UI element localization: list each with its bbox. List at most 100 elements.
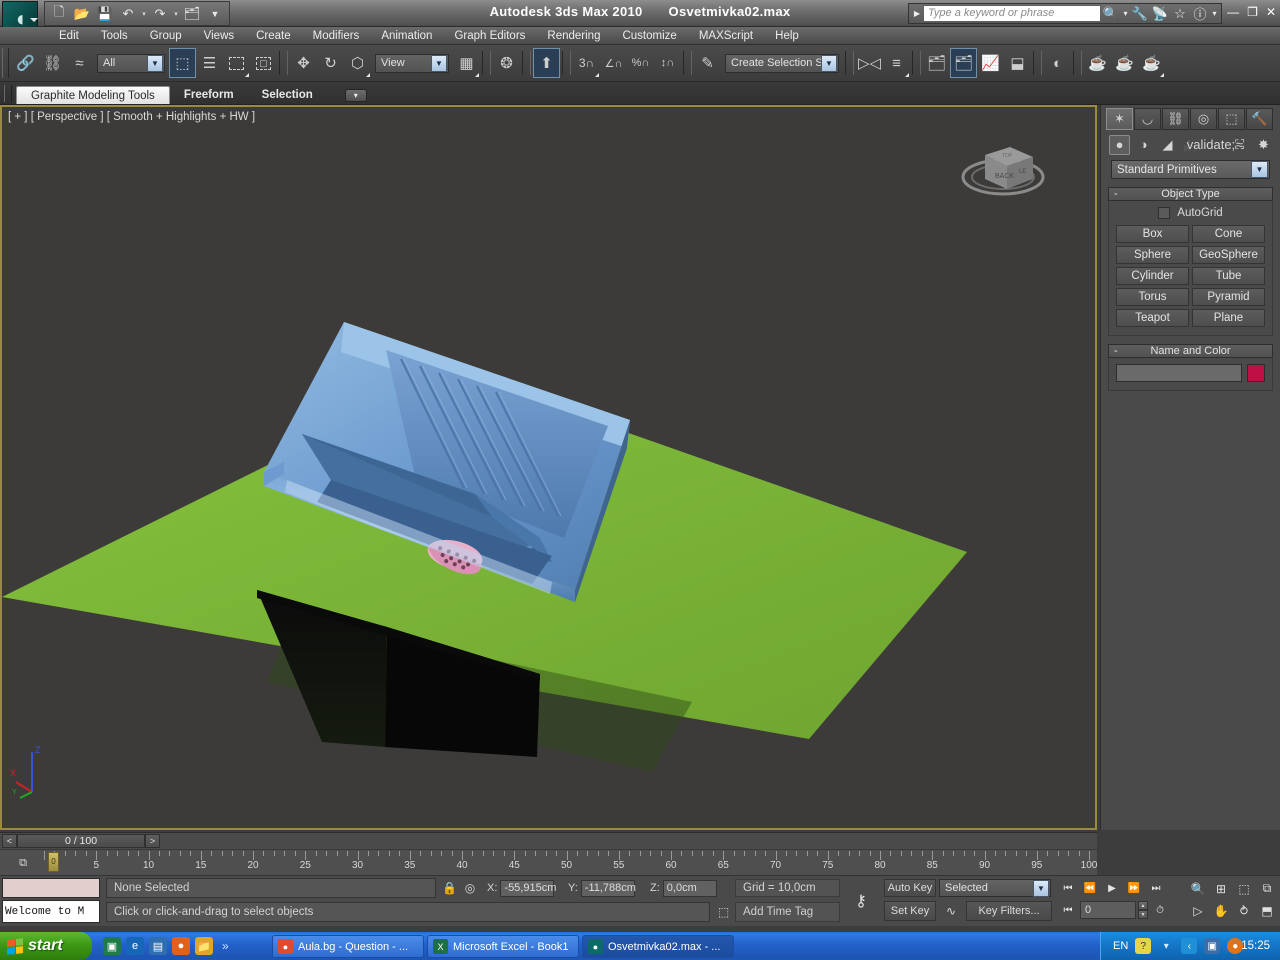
menu-item-modifiers[interactable]: Modifiers	[302, 27, 371, 45]
angle-snap-toggle-icon[interactable]: ∠∩	[600, 48, 627, 78]
tab-freeform[interactable]: Freeform	[170, 86, 248, 104]
material-editor-globe-icon[interactable]: ◐	[1044, 48, 1071, 78]
render-frame-window-icon[interactable]: ☕	[1111, 48, 1138, 78]
motion-tab[interactable]: ◎	[1190, 108, 1217, 130]
y-coordinate-field[interactable]: -11,788cm	[580, 879, 636, 897]
modify-tab[interactable]: ◡	[1134, 108, 1161, 130]
pan-view-button[interactable]: ✋	[1211, 901, 1231, 920]
window-crossing-icon[interactable]: ▢	[250, 48, 277, 78]
menu-item-tools[interactable]: Tools	[90, 27, 139, 45]
tray-back-icon[interactable]: ‹	[1181, 938, 1198, 954]
quicklaunch-show-desktop-icon[interactable]: ▤	[149, 937, 167, 955]
viewport-label[interactable]: [ + ] [ Perspective ] [ Smooth + Highlig…	[8, 111, 255, 123]
welcome-text-field[interactable]: Welcome to M	[2, 900, 100, 923]
lights-category-icon[interactable]: ◢	[1157, 135, 1178, 155]
quicklaunch-media-icon[interactable]: ▣	[103, 937, 121, 955]
menu-item-customize[interactable]: Customize	[611, 27, 687, 45]
chevron-down-icon[interactable]: ▾	[344, 89, 367, 102]
quicklaunch-internet-explorer-icon[interactable]: e	[126, 937, 144, 955]
current-frame-display[interactable]: 0 / 100	[17, 834, 145, 848]
go-to-end-button[interactable]: ⏭	[1146, 879, 1166, 897]
object-name-input[interactable]	[1116, 364, 1242, 382]
frame-number-field[interactable]: 0	[1080, 901, 1136, 919]
use-pivot-point-center-icon[interactable]: ▦	[453, 48, 480, 78]
zoom-extents-button[interactable]: ⬚	[1234, 879, 1254, 898]
taskbar-clock[interactable]: 15:25	[1241, 940, 1270, 952]
time-configuration-button[interactable]: ⏱	[1150, 901, 1170, 919]
start-button[interactable]: start	[0, 932, 92, 960]
subcategory-dropdown[interactable]: Standard Primitives ▼	[1111, 160, 1270, 179]
chevron-down-icon[interactable]: ▼	[1033, 879, 1049, 897]
previous-frame-button[interactable]: <	[2, 834, 17, 848]
search-input[interactable]: Type a keyword or phrase	[923, 5, 1101, 22]
play-animation-button[interactable]: ▶	[1102, 879, 1122, 897]
key-filters-button[interactable]: Key Filters...	[966, 901, 1052, 921]
menu-item-create[interactable]: Create	[245, 27, 302, 45]
select-and-scale-icon[interactable]: ⬡	[344, 48, 371, 78]
timeline-ruler[interactable]: 5 10 15 20 25 30 35 40 45 50 55 60 65 70 75 80 85 90 95 100	[44, 850, 1097, 876]
select-by-name-icon[interactable]: ☰	[196, 48, 223, 78]
curve-editor-icon[interactable]: 📈	[977, 48, 1004, 78]
perspective-viewport[interactable]: [ + ] [ Perspective ] [ Smooth + Highlig…	[0, 105, 1097, 830]
reference-coordinate-system-combo[interactable]: View ▼	[375, 53, 449, 73]
create-geosphere-button[interactable]: GeoSphere	[1192, 246, 1265, 264]
taskbar-window-button[interactable]: ● Osvetmivka02.max - ...	[582, 935, 734, 958]
zoom-extents-all-button[interactable]: ⧉	[1257, 879, 1277, 898]
add-time-tag-button[interactable]: Add Time Tag	[735, 902, 840, 922]
chevron-down-icon[interactable]: ▼	[431, 54, 447, 72]
layer-manager-icon[interactable]: 🗂	[923, 48, 950, 78]
create-box-button[interactable]: Box	[1116, 225, 1189, 243]
menu-item-rendering[interactable]: Rendering	[536, 27, 611, 45]
go-to-start-button[interactable]: ⏮	[1058, 879, 1078, 897]
systems-category-icon[interactable]: ✸	[1253, 135, 1274, 155]
time-tag-icon[interactable]: ⬚	[714, 902, 733, 922]
zoom-button[interactable]: 🔍	[1188, 879, 1208, 898]
x-coordinate-field[interactable]: -55,915cm	[500, 879, 556, 897]
unlink-selection-icon[interactable]: ⛓	[39, 48, 66, 78]
frame-spinner[interactable]: ▲ ▼	[1138, 901, 1148, 919]
search-dropdown-icon[interactable]: ▾	[1121, 5, 1130, 23]
track-bar[interactable]: ⧉ 5 10 15 20 25 30 35 40 45 50 55 60 65 70 75 80 85 90 95 1…	[0, 849, 1097, 875]
auto-key-button[interactable]: Auto Key	[884, 879, 936, 897]
taskbar-window-button[interactable]: X Microsoft Excel - Book1	[427, 935, 579, 958]
lock-icon[interactable]: 🔒	[441, 879, 458, 897]
next-frame-button[interactable]: ⏩	[1124, 879, 1144, 897]
display-tab[interactable]: ⬚	[1218, 108, 1245, 130]
create-tab[interactable]: ✶	[1106, 108, 1133, 130]
geometry-category-icon[interactable]: ●	[1109, 134, 1130, 155]
create-cylinder-button[interactable]: Cylinder	[1116, 267, 1189, 285]
parameter-curve-icon[interactable]: ∿	[941, 902, 961, 920]
render-setup-icon[interactable]: ☕	[1084, 48, 1111, 78]
restore-button[interactable]: ❐	[1247, 5, 1258, 19]
key-mode-toggle-button[interactable]: ⏮	[1058, 901, 1078, 919]
snaps-toggle-icon[interactable]: 3∩	[573, 48, 600, 78]
create-pyramid-button[interactable]: Pyramid	[1192, 288, 1265, 306]
language-indicator[interactable]: EN	[1113, 940, 1128, 952]
menu-item-maxscript[interactable]: MAXScript	[688, 27, 764, 45]
object-type-rollout-header[interactable]: - Object Type	[1108, 187, 1273, 201]
shapes-category-icon[interactable]: ◑	[1133, 135, 1154, 155]
autogrid-checkbox[interactable]	[1158, 207, 1171, 219]
favorites-icon[interactable]: ☆	[1170, 5, 1190, 23]
select-object-icon[interactable]: ⬚	[169, 48, 196, 78]
infocenter-expand-icon[interactable]: ▶	[911, 9, 923, 18]
toolbar-grip[interactable]	[2, 48, 9, 78]
utilities-tab[interactable]: 🔨	[1246, 108, 1273, 130]
mirror-icon[interactable]: ▷◁	[856, 48, 883, 78]
manipulate-icon[interactable]: ⬆	[533, 48, 560, 78]
selection-lock-icon[interactable]: ◎	[461, 879, 479, 897]
chevron-down-icon[interactable]: ▼	[1251, 161, 1268, 178]
helpers-category-icon[interactable]: validate;⛶	[1187, 135, 1245, 155]
quicklaunch-folder-icon[interactable]: 📁	[195, 937, 213, 955]
select-and-manipulate-icon[interactable]: ❂	[493, 48, 520, 78]
orbit-button[interactable]: ⥁	[1234, 901, 1254, 920]
percent-snap-toggle-icon[interactable]: %∩	[627, 48, 654, 78]
tab-graphite-modeling-tools[interactable]: Graphite Modeling Tools	[16, 86, 170, 104]
taskbar-window-button[interactable]: ● Aula.bg - Question - ...	[272, 935, 424, 958]
create-plane-button[interactable]: Plane	[1192, 309, 1265, 327]
collapse-icon[interactable]: -	[1114, 345, 1118, 357]
menu-item-help[interactable]: Help	[764, 27, 810, 45]
space-warps-category-icon[interactable]: ≈	[1229, 135, 1250, 155]
chevron-down-icon[interactable]: ▼	[147, 54, 163, 72]
menu-item-group[interactable]: Group	[139, 27, 193, 45]
